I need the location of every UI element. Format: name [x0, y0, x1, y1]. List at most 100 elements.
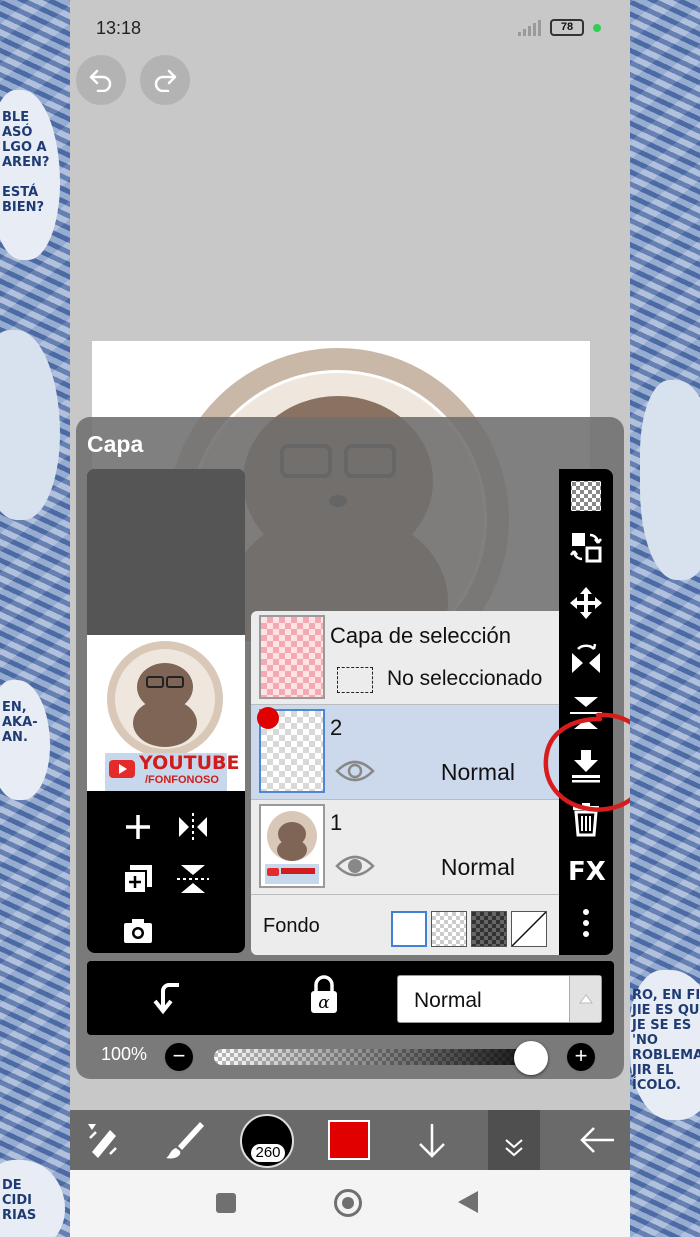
- flip-layer-button[interactable]: [173, 807, 213, 847]
- transform-icon: [570, 533, 602, 563]
- camera-icon: [124, 919, 152, 943]
- layer-row-1[interactable]: 1 Normal: [251, 800, 559, 895]
- layer-2-thumbnail: [257, 707, 325, 793]
- background-checker-swatch[interactable]: [431, 911, 467, 947]
- opacity-label: 100%: [101, 1044, 148, 1064]
- layer-name: Capa de selección: [330, 623, 512, 648]
- layer-list: Capa de selección No seleccionado 2 Norm…: [251, 611, 559, 955]
- more-icon: [583, 909, 589, 937]
- background-label: Fondo: [263, 915, 320, 937]
- bottom-toolbar: 260: [70, 1110, 630, 1170]
- flip-icon: [179, 813, 207, 841]
- opacity-increase-button[interactable]: +: [565, 1041, 597, 1073]
- battery-icon: 78: [550, 19, 584, 36]
- layer-name: 1: [330, 810, 343, 835]
- svg-text:α: α: [318, 993, 330, 1013]
- visibility-eye-icon[interactable]: [335, 852, 375, 880]
- preview-background: [87, 469, 245, 635]
- layer-preview-thumbnail: YOUTUBE /FONFONOSO: [87, 635, 245, 791]
- thumbnail-banner-handle: /FONFONOSO: [145, 774, 219, 786]
- thumbnail-banner-title: YOUTUBE: [139, 752, 240, 774]
- clipping-icon: [153, 983, 179, 1015]
- privacy-dot-icon: [593, 24, 601, 32]
- home-icon[interactable]: [334, 1189, 362, 1217]
- status-time: 13:18: [96, 18, 142, 38]
- layer-1-artwork: [265, 811, 319, 884]
- move-button[interactable]: [568, 585, 604, 621]
- recents-icon[interactable]: [216, 1193, 236, 1213]
- color-swatch-button[interactable]: [328, 1120, 370, 1160]
- background-manga-right: RO, EN FIN JIE ES QUE JE SE ES 'NO ROBLE…: [630, 0, 700, 1237]
- annotation-circle: [543, 712, 630, 812]
- app-screen: 13:18 78 Capa YOUTUBE /FONFONOSO Capa de…: [70, 0, 630, 1237]
- flip-horizontal-icon: [572, 643, 600, 673]
- panel-title: Capa: [87, 431, 144, 457]
- redo-icon: [154, 69, 177, 92]
- chevron-up-icon: [569, 976, 601, 1022]
- red-dot: [257, 707, 279, 729]
- alpha-lock-icon: α: [311, 975, 337, 1013]
- checker-icon: [571, 481, 601, 511]
- selection-layer-row[interactable]: Capa de selección No seleccionado: [251, 611, 559, 705]
- background-manga-left: BLE ASÓ LGO A AREN? ESTÁ BIEN? EN, AKA- …: [0, 0, 70, 1237]
- back-nav-icon[interactable]: [458, 1191, 478, 1213]
- plus-icon: [126, 815, 150, 839]
- visibility-eye-icon[interactable]: [335, 757, 375, 785]
- layer-name: 2: [330, 715, 343, 740]
- undo-icon: [89, 69, 112, 92]
- brush-size-value: 260: [251, 1144, 285, 1162]
- opacity-decrease-button[interactable]: −: [163, 1041, 195, 1073]
- arrow-down-icon: [419, 1124, 445, 1158]
- double-chevron-down-icon: [505, 1139, 523, 1157]
- scroll-down-button[interactable]: [412, 1110, 452, 1170]
- status-bar: 13:18 78: [70, 0, 630, 56]
- quick-tool-button[interactable]: [84, 1110, 124, 1170]
- background-white-swatch[interactable]: [391, 911, 427, 947]
- opacity-fill: [214, 1049, 544, 1065]
- background-dark-checker-swatch[interactable]: [471, 911, 507, 947]
- more-options-button[interactable]: [568, 905, 604, 941]
- move-icon: [570, 587, 602, 619]
- arrow-left-icon: [580, 1127, 614, 1153]
- selection-status: No seleccionado: [387, 667, 543, 690]
- camera-button[interactable]: [118, 911, 158, 951]
- signal-icon: [518, 20, 544, 36]
- redo-button[interactable]: [140, 55, 190, 105]
- layer-preview-panel: YOUTUBE /FONFONOSO: [87, 469, 245, 953]
- layer-actions: [87, 791, 245, 953]
- brush-icon: [166, 1122, 204, 1159]
- flip-vertical-icon: [177, 865, 209, 893]
- blend-mode-select[interactable]: Normal: [397, 975, 602, 1023]
- layer-blend-mode: Normal: [440, 854, 515, 880]
- layer-row-2[interactable]: 2 Normal: [251, 705, 559, 800]
- back-button[interactable]: [576, 1110, 618, 1170]
- undo-button[interactable]: [76, 55, 126, 105]
- slash-icon: [511, 911, 547, 947]
- layer-1-thumbnail: [259, 804, 325, 888]
- system-navigation-bar: [70, 1170, 630, 1237]
- background-none-swatch[interactable]: [511, 911, 547, 947]
- alpha-lock-button[interactable]: α: [305, 975, 343, 1017]
- flip-horizontal-button[interactable]: [568, 641, 604, 677]
- pen-swap-icon: [88, 1124, 117, 1158]
- blend-mode-value: Normal: [414, 989, 482, 1012]
- fx-button[interactable]: FX: [568, 854, 606, 890]
- copy-layer-button[interactable]: [118, 859, 158, 899]
- selection-status-icon: [337, 667, 373, 693]
- opacity-slider[interactable]: [214, 1041, 548, 1075]
- background-row: Fondo: [251, 895, 559, 955]
- layer-panel: Capa YOUTUBE /FONFONOSO Capa de selecció…: [76, 417, 630, 1079]
- selection-transform-button[interactable]: [568, 529, 604, 565]
- clipping-button[interactable]: [153, 979, 191, 1017]
- transparency-button[interactable]: [568, 478, 604, 514]
- selection-layer-thumbnail: [259, 615, 325, 699]
- add-layer-button[interactable]: [118, 807, 158, 847]
- flip-vertical-button[interactable]: [173, 859, 213, 899]
- opacity-slider-handle[interactable]: [514, 1041, 548, 1075]
- brush-tool-button[interactable]: [162, 1110, 208, 1170]
- opacity-control: 100% − +: [87, 1039, 614, 1075]
- layer-blend-mode: Normal: [440, 759, 515, 785]
- brush-size-button[interactable]: 260: [240, 1114, 294, 1168]
- collapse-button[interactable]: [488, 1110, 540, 1170]
- copy-icon: [123, 865, 152, 894]
